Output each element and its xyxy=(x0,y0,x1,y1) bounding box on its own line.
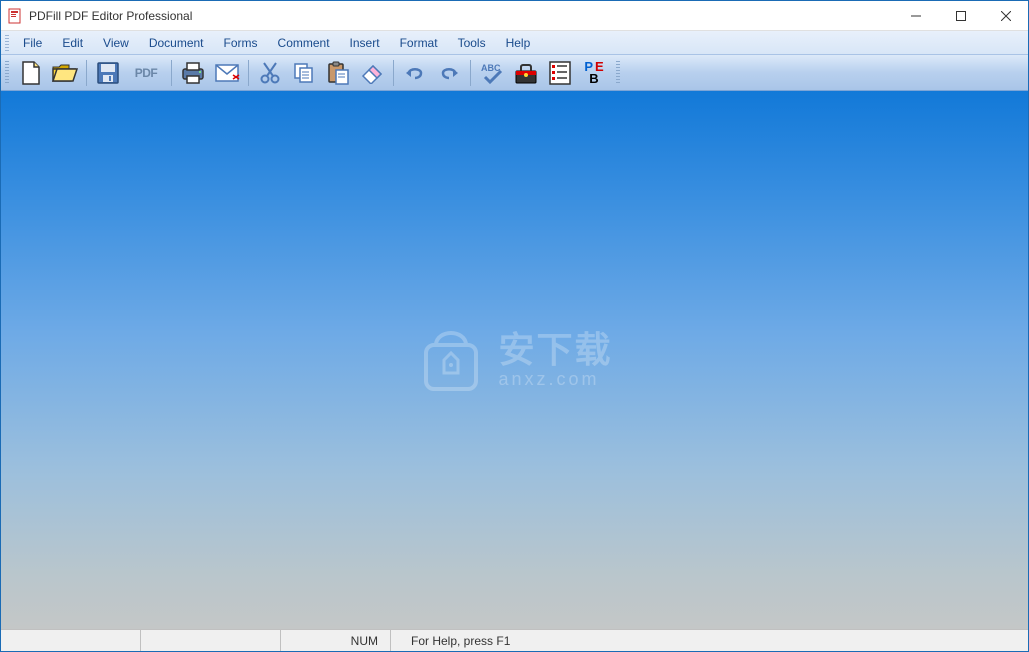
app-icon xyxy=(7,8,23,24)
toolbar: PDF xyxy=(1,55,1028,91)
toolbar-handle xyxy=(616,61,620,85)
save-pdf-button[interactable]: PDF xyxy=(126,58,166,88)
watermark-bag-icon xyxy=(416,325,486,395)
spellcheck-icon: ABC xyxy=(479,60,505,86)
menu-help[interactable]: Help xyxy=(496,33,541,53)
scissors-icon xyxy=(259,61,281,85)
basic-pro-button[interactable]: P E B xyxy=(578,58,610,88)
options-button[interactable] xyxy=(544,58,576,88)
options-list-icon xyxy=(548,60,572,86)
paste-icon xyxy=(326,60,350,86)
menu-file[interactable]: File xyxy=(13,33,52,53)
pe-icon: P E B xyxy=(584,61,603,84)
undo-icon xyxy=(403,64,427,82)
save-button[interactable] xyxy=(92,58,124,88)
watermark-text-main: 安下载 xyxy=(498,332,612,368)
new-button[interactable] xyxy=(15,58,47,88)
redo-icon xyxy=(437,64,461,82)
menu-forms[interactable]: Forms xyxy=(214,33,268,53)
watermark: 安下载 anxz.com xyxy=(416,325,612,395)
statusbar: NUM For Help, press F1 xyxy=(1,629,1028,651)
status-cell-2 xyxy=(141,630,281,651)
printer-icon xyxy=(180,61,206,85)
menubar: File Edit View Document Forms Comment In… xyxy=(1,31,1028,55)
titlebar: PDFill PDF Editor Professional xyxy=(1,1,1028,31)
email-button[interactable] xyxy=(211,58,243,88)
eraser-icon xyxy=(359,62,385,84)
menu-comment[interactable]: Comment xyxy=(268,33,340,53)
open-button[interactable] xyxy=(49,58,81,88)
toolbar-separator xyxy=(171,60,172,86)
redo-button[interactable] xyxy=(433,58,465,88)
copy-button[interactable] xyxy=(288,58,320,88)
spellcheck-button[interactable]: ABC xyxy=(476,58,508,88)
menu-view[interactable]: View xyxy=(93,33,139,53)
minimize-button[interactable] xyxy=(893,1,938,30)
menu-document[interactable]: Document xyxy=(139,33,214,53)
erase-button[interactable] xyxy=(356,58,388,88)
print-button[interactable] xyxy=(177,58,209,88)
status-cell-1 xyxy=(1,630,141,651)
toolbar-separator xyxy=(470,60,471,86)
toolbar-separator xyxy=(393,60,394,86)
menu-format[interactable]: Format xyxy=(390,33,448,53)
status-numlock: NUM xyxy=(281,630,391,651)
workspace: 安下载 anxz.com xyxy=(1,91,1028,629)
close-button[interactable] xyxy=(983,1,1028,30)
paste-button[interactable] xyxy=(322,58,354,88)
cut-button[interactable] xyxy=(254,58,286,88)
save-icon xyxy=(96,61,120,85)
toolbar-separator xyxy=(248,60,249,86)
window-title: PDFill PDF Editor Professional xyxy=(29,9,893,23)
status-help-text: For Help, press F1 xyxy=(391,630,1028,651)
new-file-icon xyxy=(20,60,42,86)
maximize-button[interactable] xyxy=(938,1,983,30)
copy-icon xyxy=(292,61,316,85)
svg-text:ABC: ABC xyxy=(481,63,501,73)
watermark-text-url: anxz.com xyxy=(498,370,612,388)
pdf-text-icon: PDF xyxy=(135,66,158,80)
open-folder-icon xyxy=(51,61,79,85)
window-controls xyxy=(893,1,1028,30)
envelope-icon xyxy=(214,63,240,83)
toolbar-separator xyxy=(86,60,87,86)
menu-insert[interactable]: Insert xyxy=(340,33,390,53)
toolbox-button[interactable] xyxy=(510,58,542,88)
toolbox-icon xyxy=(513,61,539,85)
undo-button[interactable] xyxy=(399,58,431,88)
menu-edit[interactable]: Edit xyxy=(52,33,93,53)
menu-tools[interactable]: Tools xyxy=(448,33,496,53)
